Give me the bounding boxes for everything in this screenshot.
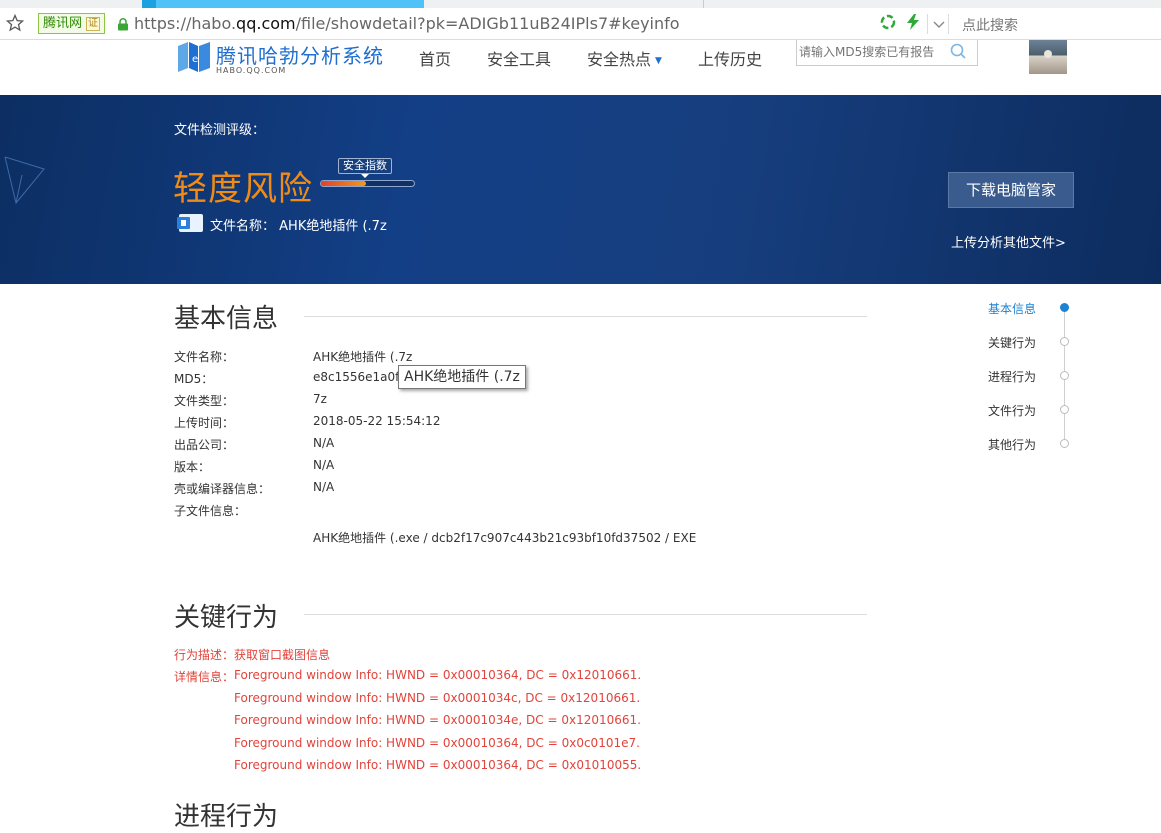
behavior-detail-line: Foreground window Info: HWND = 0x0001036… (234, 736, 640, 750)
lightning-icon[interactable] (906, 14, 920, 30)
kv-label: 子文件信息： (174, 504, 247, 518)
nav-upload-history[interactable]: 上传历史 (698, 46, 762, 70)
side-nav-dot-active[interactable] (1060, 303, 1069, 312)
kv-label: 出品公司： (174, 438, 235, 452)
risk-level: 轻度风险 (173, 169, 313, 209)
behavior-detail-line: Foreground window Info: HWND = 0x0001034… (234, 691, 641, 705)
kv-value: 7z (313, 392, 327, 406)
hero-file-name-label: 文件名称： (210, 219, 276, 234)
side-nav-basic[interactable]: 基本信息 (988, 300, 1036, 317)
user-avatar[interactable] (1029, 40, 1067, 74)
nav-home[interactable]: 首页 (419, 46, 451, 70)
kv-label: 文件名称： (174, 350, 235, 364)
kv-label: 文件类型： (174, 394, 235, 408)
section-side-nav: 基本信息 关键行为 进程行为 文件行为 其他行为 (988, 300, 1078, 453)
active-tab[interactable] (142, 0, 424, 8)
side-nav-dot[interactable] (1060, 439, 1069, 448)
nav-security-hot-label: 安全热点 (587, 50, 652, 69)
tab-strip (0, 0, 1161, 8)
kv-label: 上传时间： (174, 416, 235, 430)
nav-security-tools[interactable]: 安全工具 (487, 46, 551, 70)
behavior-detail-label: 详情信息： (174, 670, 235, 684)
svg-text:e: e (192, 54, 198, 65)
hero-file-name: 文件名称： AHK绝地插件 (.7z (210, 215, 387, 234)
logo-subtitle: HABO.QQ.COM (216, 66, 287, 75)
security-index-bar (320, 180, 415, 187)
kv-value: N/A (313, 458, 335, 472)
section-title-key-behavior: 关键行为 (174, 603, 279, 633)
lock-icon[interactable] (117, 18, 129, 31)
site-verify-badge[interactable]: 腾讯网 证 (38, 13, 106, 34)
side-nav-key-behavior[interactable]: 关键行为 (988, 334, 1036, 351)
file-icon (177, 214, 203, 232)
url-host: qq.com (236, 14, 296, 33)
kv-value: N/A (313, 480, 335, 494)
kv-label: MD5： (174, 372, 214, 386)
section-title-process-behavior: 进程行为 (174, 802, 279, 832)
caret-down-icon: ▼ (655, 55, 662, 66)
md5-value: e8c1556e1a0fe (313, 370, 407, 384)
nav-security-hot[interactable]: 安全热点 ▼ (587, 46, 662, 70)
kv-label: 版本： (174, 460, 211, 474)
side-nav-dot[interactable] (1060, 371, 1069, 380)
main-nav: 首页 安全工具 安全热点 ▼ 上传历史 (419, 46, 798, 70)
behavior-detail-line: Foreground window Info: HWND = 0x0001036… (234, 758, 642, 772)
decorative-triangle-icon (4, 156, 45, 205)
browser-search-input[interactable]: 点此搜索 (962, 15, 1018, 35)
chevron-down-icon[interactable] (927, 14, 949, 34)
kv-value: AHK绝地插件 (.7z (313, 350, 413, 364)
side-nav-process[interactable]: 进程行为 (988, 368, 1036, 385)
behavior-desc-value: 获取窗口截图信息 (234, 648, 331, 662)
url-field[interactable]: https://habo.qq.com/file/showdetail?pk=A… (134, 13, 680, 35)
filename-tooltip: AHK绝地插件 (.7z (398, 365, 526, 389)
url-scheme: https://habo. (134, 14, 237, 33)
verify-label: 腾讯网 (43, 16, 83, 31)
md5-search-input[interactable] (797, 40, 947, 64)
risk-banner: 文件检测评级： 轻度风险 安全指数 文件名称： AHK绝地插件 (.7z 下载电… (0, 95, 1161, 284)
security-index-tag: 安全指数 (338, 158, 392, 178)
behavior-desc: 行为描述：获取窗口截图信息 (174, 646, 330, 663)
behavior-detail-line: Foreground window Info: HWND = 0x0001036… (234, 668, 642, 682)
verify-cert-icon: 证 (86, 16, 101, 31)
tab-separator (703, 0, 704, 8)
side-nav-dot[interactable] (1060, 405, 1069, 414)
habo-logo[interactable]: e 腾讯哈勃分析系统 HABO.QQ.COM (176, 40, 396, 80)
section-divider (304, 614, 867, 615)
habo-logo-icon: e (178, 42, 210, 72)
upload-other-file-link[interactable]: 上传分析其他文件> (951, 232, 1066, 251)
shield-recycle-icon[interactable] (880, 14, 896, 30)
download-pc-manager-button[interactable]: 下载电脑管家 (948, 172, 1074, 208)
side-nav-other[interactable]: 其他行为 (988, 436, 1036, 453)
bookmark-star-icon[interactable] (6, 14, 24, 32)
address-bar: 腾讯网 证 https://habo.qq.com/file/showdetai… (0, 8, 1161, 40)
site-header: e 腾讯哈勃分析系统 HABO.QQ.COM 首页 安全工具 安全热点 ▼ 上传历… (0, 40, 1161, 95)
md5-search-box (796, 40, 978, 66)
section-title-basic: 基本信息 (174, 304, 279, 334)
behavior-detail-line: Foreground window Info: HWND = 0x0001034… (234, 713, 641, 727)
security-index-fill (321, 181, 366, 186)
behavior-desc-label: 行为描述： (174, 648, 235, 662)
hero-file-name-value: AHK绝地插件 (.7z (279, 219, 387, 234)
kv-value: N/A (313, 436, 335, 450)
search-icon[interactable] (949, 42, 967, 60)
kv-label: 壳或编译器信息： (174, 482, 271, 496)
side-nav-file[interactable]: 文件行为 (988, 402, 1036, 419)
logo-title: 腾讯哈勃分析系统 (216, 44, 384, 68)
section-divider (304, 316, 867, 317)
subfile-entry: AHK绝地插件 (.exe / dcb2f17c907c443b21c93bf1… (313, 531, 697, 545)
side-nav-dot[interactable] (1060, 337, 1069, 346)
url-path: /file/showdetail?pk=ADIGb11uB24IPls7#key… (295, 14, 680, 33)
rating-label: 文件检测评级： (174, 123, 266, 138)
kv-value: 2018-05-22 15:54:12 (313, 414, 441, 428)
